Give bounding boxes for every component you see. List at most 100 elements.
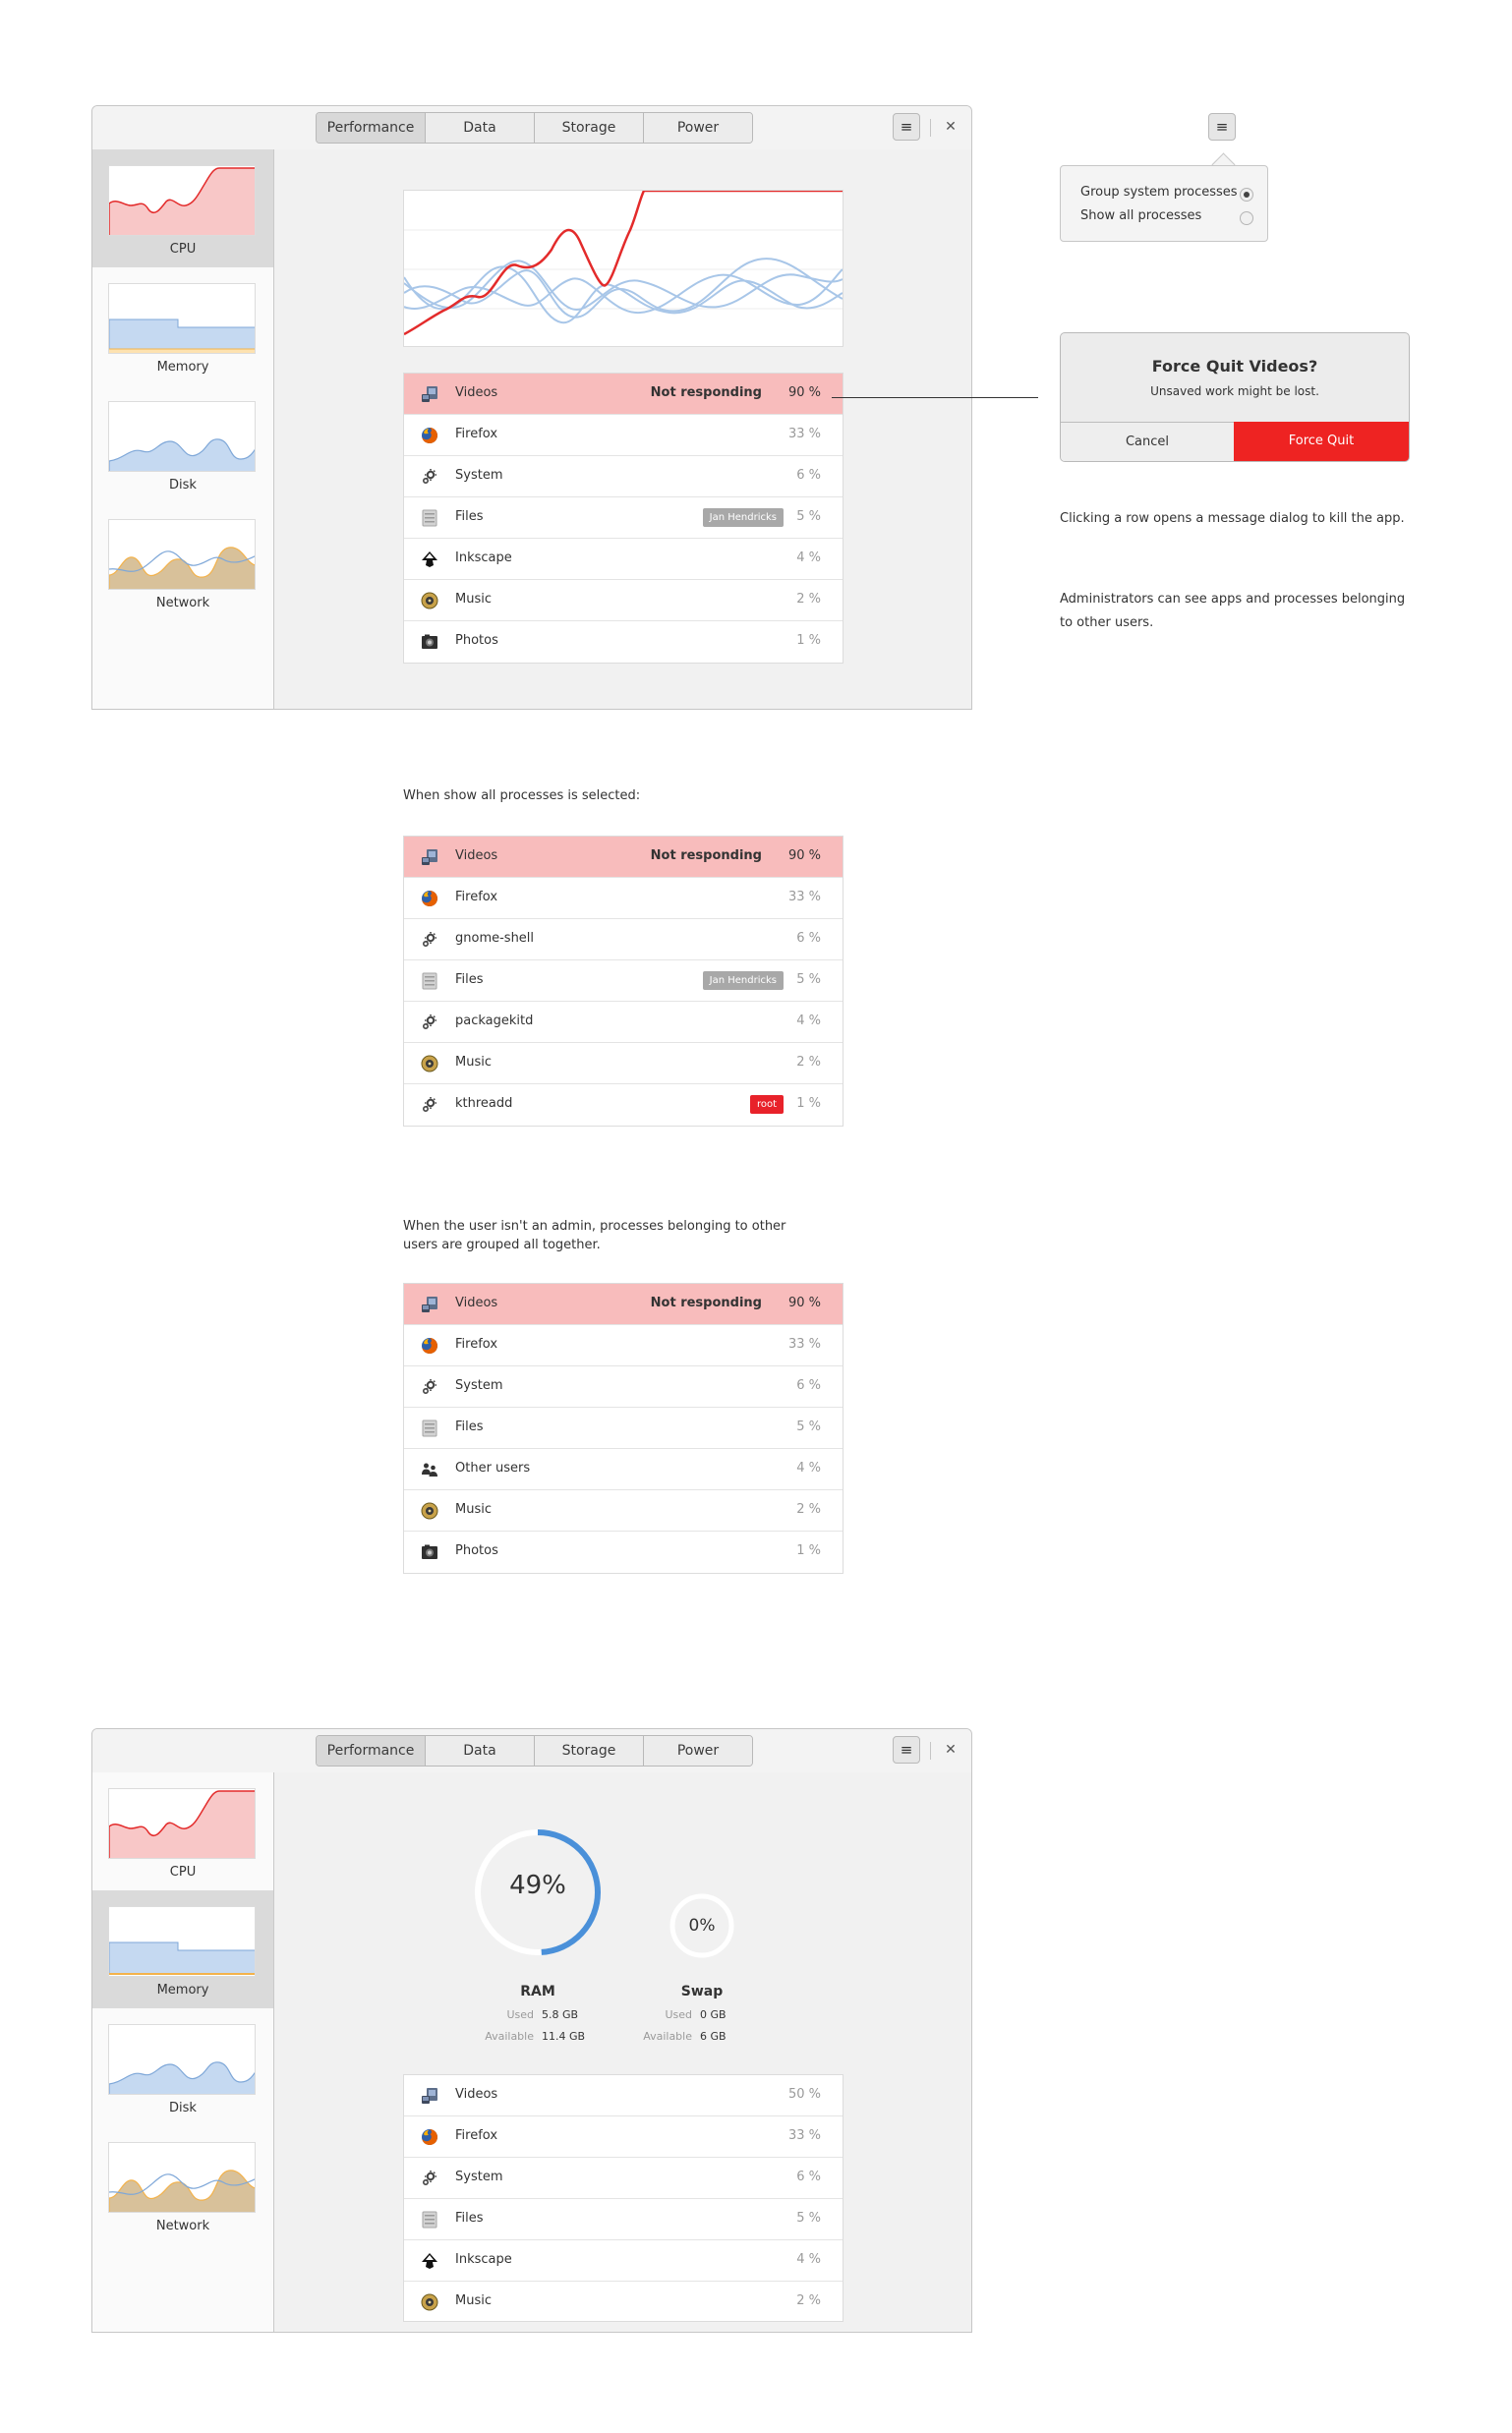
sidebar-item-cpu[interactable]: CPU: [92, 1772, 273, 1890]
process-row-videos[interactable]: Videos Not responding 90 %: [404, 1284, 843, 1325]
files-icon: [421, 2211, 438, 2229]
sidebar-item-network[interactable]: Network: [92, 2126, 273, 2244]
process-row-system[interactable]: System 6 %: [404, 456, 843, 497]
process-usage-value: 2 %: [796, 2293, 821, 2308]
process-status: Not responding: [650, 848, 762, 863]
tab-performance[interactable]: Performance: [317, 113, 426, 143]
process-name: Music: [455, 1055, 492, 1070]
view-switcher: Performance Data Storage Power: [316, 112, 753, 144]
tab-data[interactable]: Data: [426, 1736, 535, 1766]
process-row-firefox[interactable]: Firefox 33 %: [404, 1325, 843, 1366]
process-row-files[interactable]: Files Jan Hendricks 5 %: [404, 497, 843, 539]
gear-icon: [421, 468, 438, 486]
header-separator: [930, 1742, 931, 1760]
process-usage-value: 6 %: [796, 2170, 821, 2184]
process-row-music[interactable]: Music 2 %: [404, 580, 843, 621]
process-row-inkscape[interactable]: Inkscape 4 %: [404, 539, 843, 580]
dialog-note: Clicking a row opens a message dialog to…: [1060, 511, 1405, 526]
tab-power[interactable]: Power: [644, 1736, 752, 1766]
process-name: Videos: [455, 1296, 498, 1310]
process-row-other-users[interactable]: Other users 4 %: [404, 1449, 843, 1490]
sidebar-item-disk[interactable]: Disk: [92, 385, 273, 503]
process-usage-value: 6 %: [796, 468, 821, 483]
process-usage-value: 90 %: [787, 1296, 821, 1310]
firefox-icon: [421, 427, 438, 444]
menu-button-illustration[interactable]: ≡: [1208, 113, 1236, 141]
header-bar: Performance Data Storage Power ≡ ✕: [92, 1729, 971, 1773]
process-name: Photos: [455, 1543, 498, 1558]
close-button[interactable]: ✕: [940, 116, 961, 138]
process-row-gnome-shell[interactable]: gnome-shell 6 %: [404, 919, 843, 960]
process-row-system[interactable]: System 6 %: [404, 2158, 843, 2199]
sidebar-item-cpu[interactable]: CPU: [92, 149, 273, 267]
inkscape-icon: [421, 2252, 438, 2270]
process-row-music[interactable]: Music 2 %: [404, 1043, 843, 1084]
option-group-system-processes[interactable]: Group system processes: [1080, 185, 1238, 200]
process-row-system[interactable]: System 6 %: [404, 1366, 843, 1408]
sidebar-label-network: Network: [155, 2219, 210, 2233]
process-row-kthreadd[interactable]: kthreadd root 1 %: [404, 1084, 843, 1126]
process-row-firefox[interactable]: Firefox 33 %: [404, 2116, 843, 2158]
process-row-firefox[interactable]: Firefox 33 %: [404, 878, 843, 919]
sidebar-item-network[interactable]: Network: [92, 503, 273, 621]
sidebar-item-memory[interactable]: Memory: [92, 1890, 273, 2008]
radio-show-all-processes[interactable]: [1240, 211, 1253, 225]
tab-performance[interactable]: Performance: [317, 1736, 426, 1766]
option-show-all-processes[interactable]: Show all processes: [1080, 208, 1201, 223]
process-row-firefox[interactable]: Firefox 33 %: [404, 415, 843, 456]
process-row-photos[interactable]: Photos 1 %: [404, 621, 843, 663]
process-usage-value: 5 %: [796, 2211, 821, 2226]
process-usage-value: 4 %: [796, 550, 821, 565]
force-quit-button[interactable]: Force Quit: [1234, 422, 1409, 461]
process-usage-value: 5 %: [796, 509, 821, 524]
process-name: kthreadd: [455, 1096, 513, 1111]
sidebar-item-disk[interactable]: Disk: [92, 2008, 273, 2126]
tab-storage[interactable]: Storage: [535, 113, 644, 143]
hamburger-icon: ≡: [900, 118, 913, 136]
process-row-music[interactable]: Music 2 %: [404, 1490, 843, 1532]
videos-icon: [421, 2087, 438, 2105]
inkscape-icon: [421, 550, 438, 568]
sidebar-item-memory[interactable]: Memory: [92, 267, 273, 385]
tab-data[interactable]: Data: [426, 113, 535, 143]
memory-content: 49% 0% RAM Used 5.8 GB Available 11.4 GB…: [274, 1772, 971, 2332]
close-button[interactable]: ✕: [940, 1739, 961, 1761]
firefox-icon: [421, 890, 438, 907]
process-row-music[interactable]: Music 2 %: [404, 2282, 843, 2321]
tab-power[interactable]: Power: [644, 113, 752, 143]
videos-icon: [421, 848, 438, 866]
gear-icon: [421, 931, 438, 949]
radio-group-system-processes[interactable]: [1240, 188, 1253, 202]
admin-note-line-1: Administrators can see apps and processe…: [1060, 592, 1406, 607]
tab-storage[interactable]: Storage: [535, 1736, 644, 1766]
cancel-button[interactable]: Cancel: [1061, 422, 1235, 461]
process-name: Inkscape: [455, 550, 512, 565]
force-quit-dialog: Force Quit Videos? Unsaved work might be…: [1060, 332, 1410, 462]
process-row-photos[interactable]: Photos 1 %: [404, 1532, 843, 1573]
menu-button[interactable]: ≡: [893, 1736, 920, 1764]
system-monitor-window-cpu: Performance Data Storage Power ≡ ✕ CPU M…: [91, 105, 972, 710]
process-name: Files: [455, 509, 484, 524]
process-usage-value: 50 %: [787, 2087, 821, 2102]
process-row-files[interactable]: Files 5 %: [404, 2199, 843, 2240]
system-monitor-window-memory: Performance Data Storage Power ≡ ✕ CPU M…: [91, 1728, 972, 2333]
process-usage-value: 6 %: [796, 931, 821, 946]
process-row-videos[interactable]: Videos 50 %: [404, 2075, 843, 2116]
process-row-videos[interactable]: Videos Not responding 90 %: [404, 374, 843, 415]
dialog-title: Force Quit Videos?: [1151, 357, 1318, 376]
non-admin-note-line-1: When the user isn't an admin, processes …: [403, 1219, 786, 1234]
process-row-files[interactable]: Files 5 %: [404, 1408, 843, 1449]
cpu-thumbnail: [108, 165, 256, 236]
process-status: Not responding: [650, 385, 762, 400]
close-icon: ✕: [945, 1742, 957, 1758]
menu-button[interactable]: ≡: [893, 113, 920, 141]
process-row-packagekitd[interactable]: packagekitd 4 %: [404, 1002, 843, 1043]
files-icon: [421, 972, 438, 990]
process-row-videos[interactable]: Videos Not responding 90 %: [404, 837, 843, 878]
process-name: Other users: [455, 1461, 531, 1476]
process-row-files[interactable]: Files Jan Hendricks 5 %: [404, 960, 843, 1002]
process-row-inkscape[interactable]: Inkscape 4 %: [404, 2240, 843, 2282]
users-icon: [421, 1461, 438, 1478]
process-owner-badge: Jan Hendricks: [702, 508, 784, 527]
ram-used-value: 5.8 GB: [542, 2008, 579, 2021]
